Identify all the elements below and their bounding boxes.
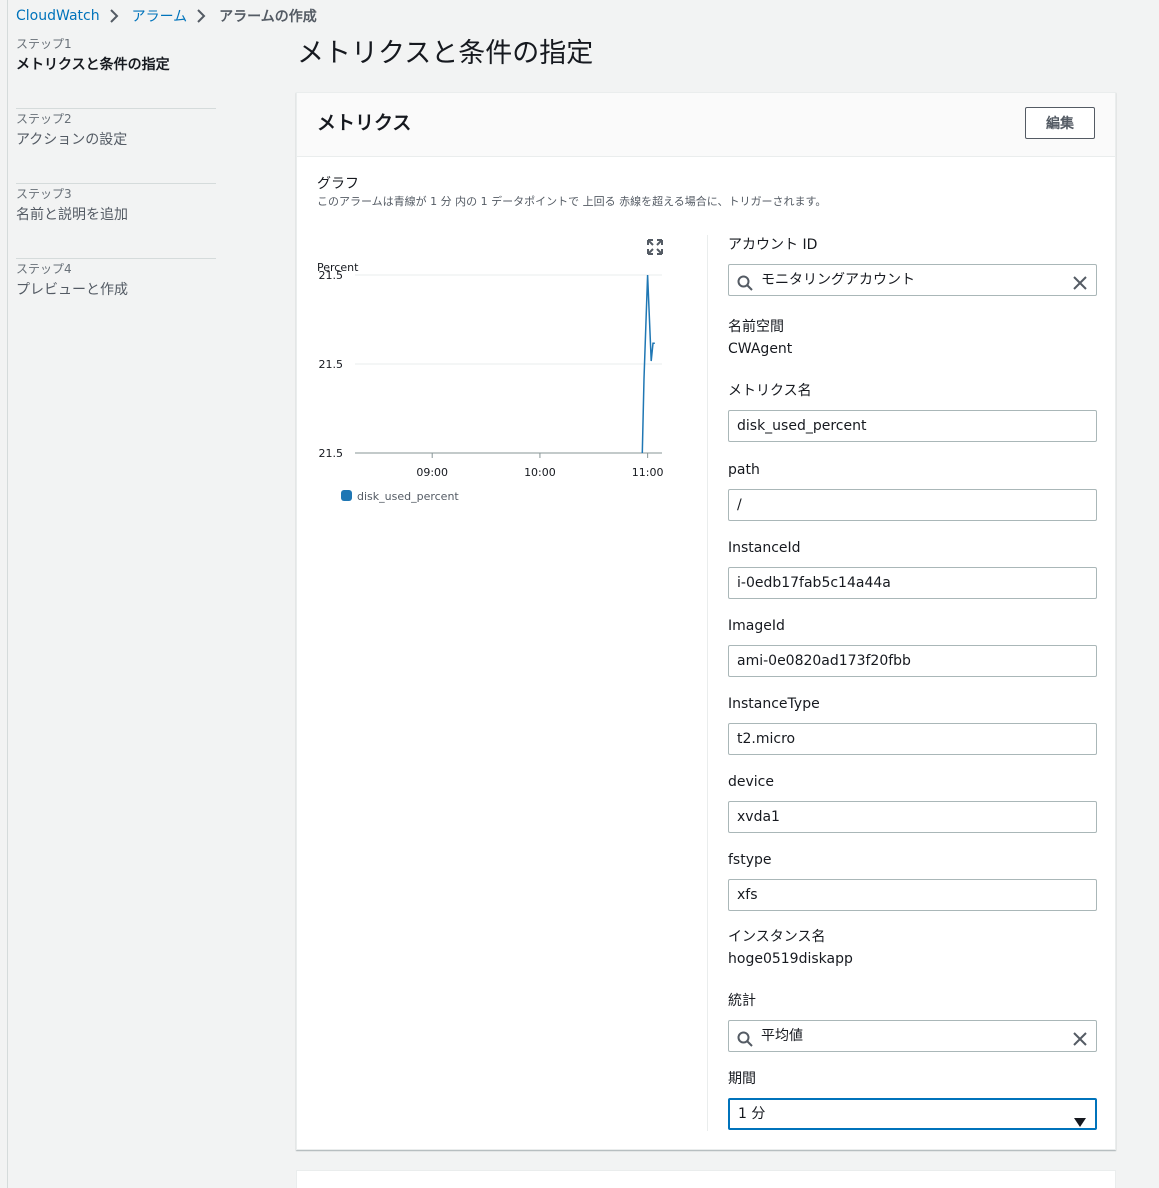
panel-title: メトリクス bbox=[317, 112, 412, 134]
vertical-divider bbox=[707, 235, 708, 1131]
breadcrumb-current: アラームの作成 bbox=[219, 9, 317, 25]
y-tick-label: 21.5 bbox=[319, 358, 344, 371]
path-input[interactable]: / bbox=[728, 489, 1097, 521]
field-label: 統計 bbox=[728, 993, 756, 1009]
period-field: 期間 1 分 bbox=[728, 1069, 1097, 1130]
x-tick-label: 09:00 bbox=[416, 466, 448, 479]
step-label: ステップ4 bbox=[16, 262, 72, 276]
chevron-right-icon bbox=[193, 8, 213, 24]
instance-id-field: InstanceId i-0edb17fab5c14a44a bbox=[728, 538, 1097, 599]
wizard-steps: ステップ1 メトリクスと条件の指定 ステップ2 アクションの設定 ステップ3 名… bbox=[16, 34, 216, 334]
namespace-value: CWAgent bbox=[728, 341, 793, 357]
step-2: ステップ2 アクションの設定 bbox=[16, 109, 216, 184]
statistic-value: 平均値 bbox=[761, 1028, 803, 1044]
step-label: ステップ1 bbox=[16, 37, 72, 51]
image-id-field: ImageId ami-0e0820ad173f20fbb bbox=[728, 616, 1097, 677]
close-icon[interactable] bbox=[1072, 272, 1088, 290]
metric-name-field: メトリクス名 disk_used_percent bbox=[728, 381, 1097, 442]
step-name: メトリクスと条件の指定 bbox=[16, 57, 170, 73]
instance-type-field: InstanceType t2.micro bbox=[728, 694, 1097, 755]
graph-description: このアラームは青線が 1 分 内の 1 データポイントで 上回る 赤線を超える場… bbox=[317, 195, 827, 208]
x-tick-label: 11:00 bbox=[632, 466, 664, 479]
instance-name-field: インスタンス名 hoge0519diskapp bbox=[728, 927, 1097, 969]
legend-label: disk_used_percent bbox=[357, 490, 459, 503]
page-title: メトリクスと条件の指定 bbox=[297, 38, 594, 69]
field-label: アカウント ID bbox=[728, 237, 818, 253]
panel-header: メトリクス 編集 bbox=[297, 93, 1115, 157]
step-label: ステップ2 bbox=[16, 112, 72, 126]
step-4: ステップ4 プレビューと作成 bbox=[16, 259, 216, 334]
field-label: InstanceId bbox=[728, 540, 801, 556]
path-field: path / bbox=[728, 460, 1097, 521]
field-label: ImageId bbox=[728, 618, 785, 634]
next-panel bbox=[296, 1170, 1116, 1188]
legend-swatch bbox=[341, 490, 352, 501]
step-name: 名前と説明を追加 bbox=[16, 207, 128, 223]
period-select[interactable]: 1 分 bbox=[728, 1098, 1097, 1130]
step-1: ステップ1 メトリクスと条件の指定 bbox=[16, 34, 216, 109]
edit-button[interactable]: 編集 bbox=[1025, 107, 1095, 139]
chevron-right-icon bbox=[106, 8, 126, 24]
instance-id-input[interactable]: i-0edb17fab5c14a44a bbox=[728, 567, 1097, 599]
instance-type-input[interactable]: t2.micro bbox=[728, 723, 1097, 755]
x-tick-label: 10:00 bbox=[524, 466, 556, 479]
page-left-border bbox=[7, 0, 8, 1188]
namespace-field: 名前空間 CWAgent bbox=[728, 317, 1097, 359]
breadcrumb-link-cloudwatch[interactable]: CloudWatch bbox=[16, 8, 100, 24]
field-label: InstanceType bbox=[728, 696, 820, 712]
fstype-field: fstype xfs bbox=[728, 850, 1097, 911]
step-label: ステップ3 bbox=[16, 187, 72, 201]
statistic-search-input[interactable]: 平均値 bbox=[728, 1020, 1097, 1052]
account-search-input[interactable]: モニタリングアカウント bbox=[728, 264, 1097, 296]
image-id-input[interactable]: ami-0e0820ad173f20fbb bbox=[728, 645, 1097, 677]
search-icon bbox=[737, 272, 753, 291]
metrics-panel: メトリクス 編集 グラフ このアラームは青線が 1 分 内の 1 データポイント… bbox=[296, 92, 1116, 1150]
field-label: インスタンス名 bbox=[728, 929, 826, 945]
y-tick-label: 21.5 bbox=[319, 269, 344, 282]
step-3: ステップ3 名前と説明を追加 bbox=[16, 184, 216, 259]
step-name: プレビューと作成 bbox=[16, 282, 128, 298]
close-icon[interactable] bbox=[1072, 1028, 1088, 1046]
field-label: path bbox=[728, 462, 760, 478]
graph-title: グラフ bbox=[317, 176, 359, 192]
instance-name-value: hoge0519diskapp bbox=[728, 951, 853, 967]
account-field: アカウント ID モニタリングアカウント bbox=[728, 235, 1097, 296]
device-field: device xvda1 bbox=[728, 772, 1097, 833]
fstype-input[interactable]: xfs bbox=[728, 879, 1097, 911]
breadcrumb-link-alarms[interactable]: アラーム bbox=[132, 6, 188, 26]
metric-chart: Percent21.521.521.509:00 10:00 11:00disk_u… bbox=[317, 261, 664, 503]
field-label: fstype bbox=[728, 852, 772, 868]
period-value: 1 分 bbox=[738, 1106, 766, 1122]
step-name: アクションの設定 bbox=[16, 132, 128, 148]
field-label: メトリクス名 bbox=[728, 383, 812, 399]
account-value: モニタリングアカウント bbox=[761, 272, 915, 288]
statistic-field: 統計 平均値 bbox=[728, 991, 1097, 1052]
field-label: 名前空間 bbox=[728, 319, 784, 335]
field-label: device bbox=[728, 774, 774, 790]
search-icon bbox=[737, 1028, 753, 1047]
device-input[interactable]: xvda1 bbox=[728, 801, 1097, 833]
y-tick-label: 21.5 bbox=[319, 447, 344, 460]
metric-name-input[interactable]: disk_used_percent bbox=[728, 410, 1097, 442]
breadcrumb: CloudWatch アラーム アラームの作成 bbox=[16, 6, 317, 26]
field-label: 期間 bbox=[728, 1071, 756, 1087]
caret-down-icon bbox=[1074, 1110, 1086, 1127]
